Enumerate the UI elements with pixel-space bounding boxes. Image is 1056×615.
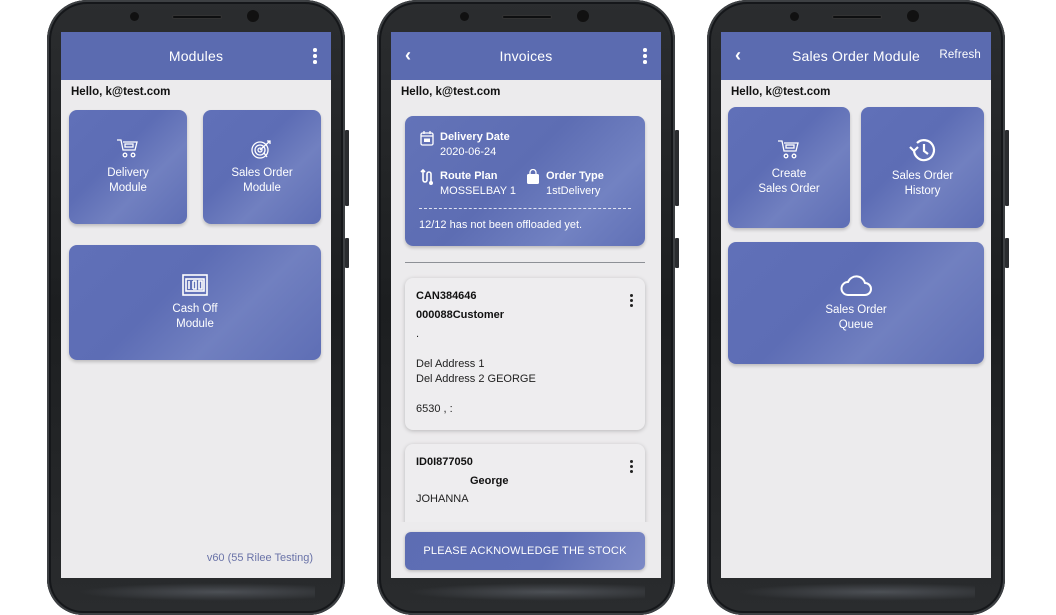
app-bar: ‹ Sales Order Module Refresh xyxy=(721,32,991,80)
front-camera xyxy=(577,10,589,22)
chevron-left-icon[interactable]: ‹ xyxy=(735,45,741,66)
volume-button xyxy=(675,130,679,206)
cart-icon xyxy=(778,139,799,158)
order-type-value: 1stDelivery xyxy=(546,185,601,197)
tile-label: Create Sales Order xyxy=(758,167,820,195)
offload-status-note: 12/12 has not been offloaded yet. xyxy=(419,219,583,231)
acknowledge-stock-button[interactable]: PLEASE ACKNOWLEDGE THE STOCK xyxy=(405,532,645,570)
kebab-menu-icon[interactable] xyxy=(643,48,647,66)
sales-order-queue-tile[interactable]: Sales Order Queue xyxy=(728,242,984,364)
dashed-divider xyxy=(419,208,631,209)
kebab-menu-icon[interactable] xyxy=(313,48,317,66)
volume-button xyxy=(345,130,349,206)
delivery-date-value: 2020-06-24 xyxy=(440,146,497,158)
earpiece-speaker xyxy=(832,15,882,19)
phone-invoices: ‹ Invoices Hello, k@test.com Delivery Da… xyxy=(377,0,679,615)
tile-label: Delivery Module xyxy=(107,167,149,194)
volume-button xyxy=(1005,130,1009,206)
delivery-module-tile[interactable]: Delivery Module xyxy=(69,110,187,224)
section-divider xyxy=(405,262,645,263)
route-plan-value: MOSSELBAY 1 xyxy=(440,185,517,197)
shopping-bag-icon xyxy=(527,169,539,184)
invoice-id: ID0I877050 xyxy=(416,456,473,468)
invoice-card[interactable]: CAN384646 000088Customer . Del Address 1… xyxy=(405,278,645,430)
phone-sales-order: ‹ Sales Order Module Refresh Hello, k@te… xyxy=(707,0,1009,615)
phone-modules: Modules Hello, k@test.com Delivery Modul… xyxy=(47,0,349,615)
history-icon xyxy=(908,138,935,161)
sales-order-module-tile[interactable]: Sales Order Module xyxy=(203,110,321,224)
invoice-address-1: Del Address 1 xyxy=(416,358,485,370)
order-type-label: Order Type xyxy=(546,170,604,182)
earpiece-speaker xyxy=(172,15,222,19)
cash-off-module-tile[interactable]: Cash Off Module xyxy=(69,245,321,360)
tile-label: Sales Order History xyxy=(891,169,954,197)
create-sales-order-tile[interactable]: Create Sales Order xyxy=(728,107,850,228)
greeting: Hello, k@test.com xyxy=(731,86,831,98)
front-camera xyxy=(247,10,259,22)
tile-label: Cash Off Module xyxy=(172,302,218,330)
power-button xyxy=(1005,238,1009,268)
front-sensor xyxy=(130,12,139,21)
target-icon xyxy=(251,140,271,159)
invoices-screen: ‹ Invoices Hello, k@test.com Delivery Da… xyxy=(391,32,661,578)
tile-label: Sales Order Module xyxy=(231,167,293,194)
cloud-icon xyxy=(840,275,872,296)
invoice-postal: 6530 , : xyxy=(416,403,453,415)
refresh-button[interactable]: Refresh xyxy=(939,49,981,61)
kebab-menu-icon[interactable] xyxy=(630,294,633,309)
sales-order-screen: ‹ Sales Order Module Refresh Hello, k@te… xyxy=(721,32,991,578)
page-title: Modules xyxy=(168,48,224,64)
app-bar: Modules xyxy=(61,32,331,80)
invoice-dot: . xyxy=(416,328,420,340)
cash-note-icon xyxy=(182,273,208,296)
invoice-customer: George xyxy=(470,475,509,487)
chevron-left-icon[interactable]: ‹ xyxy=(405,45,411,66)
delivery-summary-card: Delivery Date 2020-06-24 Route Plan MOSS… xyxy=(405,116,645,246)
greeting: Hello, k@test.com xyxy=(71,86,171,98)
invoice-id: CAN384646 xyxy=(416,290,477,302)
sales-order-history-tile[interactable]: Sales Order History xyxy=(861,107,984,228)
delivery-date-label: Delivery Date xyxy=(440,131,510,143)
power-button xyxy=(345,238,349,268)
app-version: v60 (55 Rilee Testing) xyxy=(206,552,313,564)
page-title: Invoices xyxy=(499,48,553,64)
route-plan-label: Route Plan xyxy=(440,170,498,182)
earpiece-speaker xyxy=(502,15,552,19)
front-camera xyxy=(907,10,919,22)
kebab-menu-icon[interactable] xyxy=(630,460,633,475)
page-title: Sales Order Module xyxy=(791,48,921,64)
greeting: Hello, k@test.com xyxy=(401,86,501,98)
tile-label: Sales Order Queue xyxy=(825,304,887,331)
app-bar: ‹ Invoices xyxy=(391,32,661,80)
calendar-icon xyxy=(420,131,434,146)
route-icon xyxy=(420,169,433,185)
front-sensor xyxy=(790,12,799,21)
power-button xyxy=(675,238,679,268)
front-sensor xyxy=(460,12,469,21)
invoice-address-1: JOHANNA xyxy=(416,493,469,505)
invoice-address-2: Del Address 2 GEORGE xyxy=(416,373,536,385)
invoice-customer: 000088Customer xyxy=(416,309,505,321)
cart-icon xyxy=(117,139,138,158)
modules-screen: Modules Hello, k@test.com Delivery Modul… xyxy=(61,32,331,578)
